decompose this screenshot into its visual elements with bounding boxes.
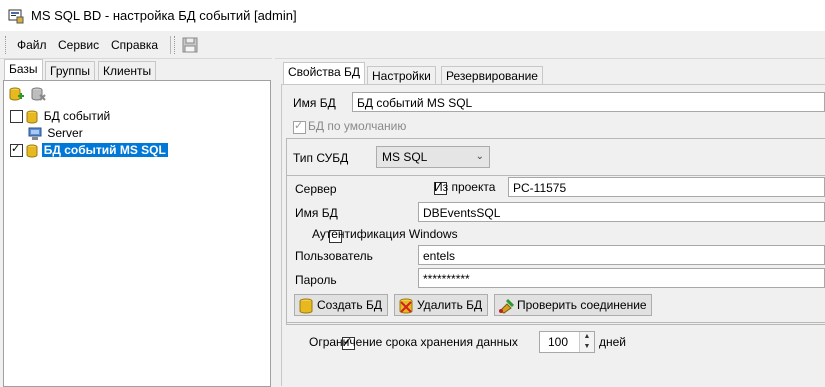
retention-days-stepper[interactable]: 100 ▲ ▼ (539, 331, 595, 353)
tree-item-label: БД событий MS SQL (41, 143, 168, 157)
tree-item-label: БД событий (43, 109, 111, 123)
stepper-arrows[interactable]: ▲ ▼ (579, 332, 594, 352)
check-connection-label: Проверить соединение (517, 298, 647, 312)
tree-item-label: Server (47, 126, 83, 140)
server-icon (28, 127, 42, 140)
delete-db-icon (399, 298, 413, 314)
tree-item-server[interactable]: Server (10, 125, 265, 142)
db-name-input[interactable]: БД событий MS SQL (352, 92, 825, 112)
check-connection-icon (499, 298, 514, 314)
tab-bases[interactable]: Базы (4, 59, 43, 81)
menu-grip (5, 36, 9, 54)
create-db-button[interactable]: Создать БД (294, 294, 388, 316)
db-name-label: Имя БД (293, 96, 336, 110)
delete-db-button[interactable]: Удалить БД (394, 294, 488, 316)
retention-unit-label: дней (599, 335, 627, 349)
check-connection-button[interactable]: Проверить соединение (494, 294, 652, 316)
remove-database-icon[interactable] (30, 86, 46, 102)
create-db-icon (299, 298, 313, 314)
panel-splitter[interactable] (272, 58, 275, 385)
dbms-type-select[interactable]: MS SQL ⌄ (376, 146, 490, 168)
menu-service[interactable]: Сервис (56, 38, 101, 52)
dbname-input[interactable]: DBEventsSQL (418, 202, 825, 222)
app-icon (8, 9, 24, 24)
password-input[interactable]: ********** (418, 268, 825, 288)
tab-backup[interactable]: Резервирование (441, 66, 543, 85)
tab-db-properties[interactable]: Свойства БД (283, 62, 366, 85)
tab-settings[interactable]: Настройки (367, 66, 436, 85)
menu-help[interactable]: Справка (109, 38, 160, 52)
menu-file[interactable]: Файл (15, 38, 49, 52)
toolbar-separator (170, 36, 171, 54)
delete-db-label: Удалить БД (417, 298, 483, 312)
server-label: Сервер (295, 182, 337, 196)
database-icon (26, 144, 38, 158)
retention-days-value: 100 (548, 335, 569, 349)
chevron-down-icon: ⌄ (475, 151, 484, 162)
toolbar-grip (174, 36, 178, 54)
windows-auth-label: Аутентификация Windows (312, 227, 458, 241)
server-input[interactable]: PC-11575 (508, 177, 825, 197)
database-icon (26, 110, 38, 124)
tab-groups[interactable]: Группы (45, 61, 95, 80)
tree-item-checkbox[interactable] (10, 110, 23, 124)
create-db-label: Создать БД (317, 298, 382, 312)
default-db-checkbox[interactable] (293, 119, 306, 135)
dbname-label: Имя БД (295, 206, 338, 220)
save-icon[interactable] (180, 35, 200, 55)
from-project-label: Из проекта (434, 180, 496, 194)
password-label: Пароль (295, 273, 337, 287)
dbms-type-label: Тип СУБД (293, 151, 349, 165)
tree-item-events-db[interactable]: БД событий (10, 108, 265, 125)
window-title: MS SQL BD - настройка БД событий [admin] (31, 8, 297, 23)
user-label: Пользователь (295, 249, 373, 263)
default-db-label: БД по умолчанию (308, 119, 407, 133)
dbms-type-value: MS SQL (382, 150, 428, 164)
tree-item-checkbox[interactable] (10, 142, 23, 158)
database-tree: БД событий Server БД событий MS SQL (10, 108, 265, 159)
user-input[interactable]: entels (418, 245, 825, 265)
add-database-icon[interactable] (8, 86, 24, 102)
tree-item-mssql-db[interactable]: БД событий MS SQL (10, 142, 265, 159)
tab-clients[interactable]: Клиенты (98, 61, 157, 80)
retention-label: Ограничение срока хранения данных (309, 335, 518, 349)
